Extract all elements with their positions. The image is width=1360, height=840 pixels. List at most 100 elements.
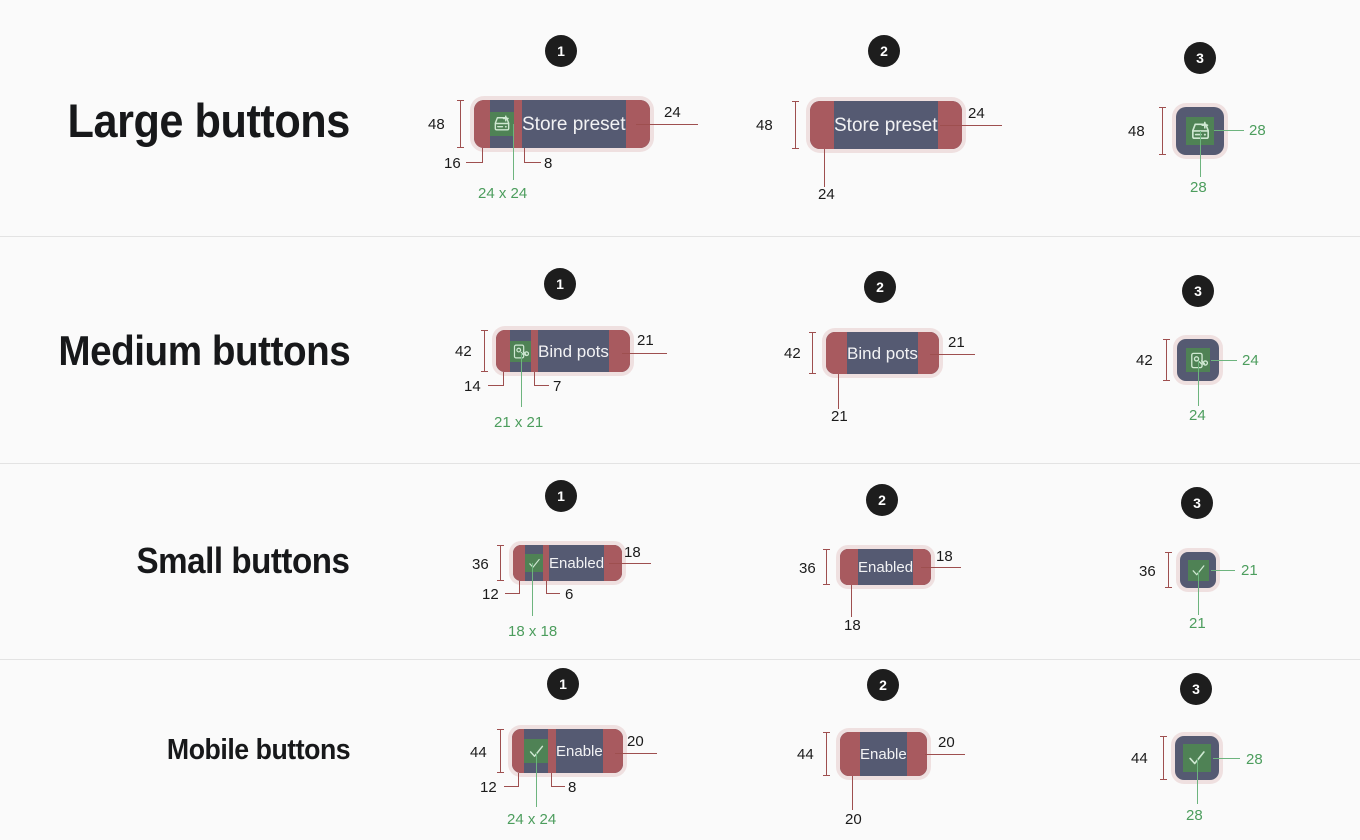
variant-badge-2: 2 (866, 484, 898, 516)
button-store-preset-icon-text[interactable]: Store preset (474, 100, 650, 148)
annotation-pad-left-14: 14 (464, 378, 481, 395)
padding-left (810, 101, 834, 149)
leader-pad-left-h (488, 385, 504, 386)
specimen-large-icon-text: Store preset (474, 100, 650, 148)
spec-row-mobile: Mobile buttons 1 Enable 44 12 8 20 24 x … (0, 660, 1360, 840)
padding-left (840, 732, 860, 776)
leader-pad-left-h (466, 162, 483, 163)
specimen-medium-icon-text: Bind pots (496, 330, 630, 372)
leader-pad-gap-h (534, 385, 549, 386)
specimen-medium-text: Bind pots (826, 332, 939, 374)
padding-left (496, 330, 510, 372)
annotation-pad-gap-6: 6 (565, 586, 574, 603)
leader-icon-height (1200, 131, 1201, 177)
annotation-icon-height-24: 24 (1189, 407, 1206, 424)
variant-badge-2: 2 (867, 669, 899, 701)
height-caliper (1163, 339, 1170, 381)
leader-pad-right (609, 563, 651, 564)
leader-pad-gap (546, 581, 547, 593)
button-enabled-icon-text[interactable]: Enabled (513, 545, 623, 581)
leader-icon-width (1213, 758, 1240, 759)
row-title-medium: Medium buttons (58, 327, 350, 374)
spec-row-large: Large buttons 1 Store preset 48 16 8 24 … (0, 0, 1360, 237)
save-plus-icon (490, 112, 514, 136)
height-caliper (457, 100, 464, 148)
annotation-icon-width-24: 24 (1242, 352, 1259, 369)
height-caliper (792, 101, 799, 149)
leader-icon-height (1198, 361, 1199, 406)
button-bind-pots-icon-text[interactable]: Bind pots (496, 330, 630, 372)
height-caliper (497, 729, 504, 773)
leader-icon-height (1198, 571, 1199, 615)
annotation-height-44: 44 (797, 746, 814, 763)
leader-pad-right (930, 354, 975, 355)
leader-pad-right (636, 124, 698, 125)
height-caliper (481, 330, 488, 372)
leader-pad-right (921, 567, 961, 568)
variant-badge-3: 3 (1182, 275, 1214, 307)
annotation-height-36: 36 (472, 556, 489, 573)
annotation-icon-height-28: 28 (1186, 807, 1203, 824)
annotation-pad-gap-8: 8 (544, 155, 553, 172)
leader-pad-gap (524, 148, 525, 162)
annotation-pad-left-16: 16 (444, 155, 461, 172)
padding-left (512, 729, 524, 773)
padding-left (513, 545, 525, 581)
leader-pad-left (851, 585, 852, 617)
height-caliper (1165, 552, 1172, 588)
padding-gap (514, 100, 522, 148)
leader-pad-gap-h (546, 593, 560, 594)
leader-pad-left (824, 149, 825, 187)
leader-pad-gap (551, 773, 552, 786)
button-enabled-text[interactable]: Enabled (840, 549, 932, 585)
annotation-pad-gap-7: 7 (553, 378, 562, 395)
button-enable-icon-text[interactable]: Enable (512, 729, 623, 773)
annotation-pad-left-12: 12 (482, 586, 499, 603)
leader-pad-gap-h (524, 162, 541, 163)
button-store-preset-text[interactable]: Store preset (810, 101, 962, 149)
leader-icon-size (521, 353, 522, 407)
leader-pad-left (503, 372, 504, 385)
row-title-large: Large buttons (67, 94, 351, 147)
specimen-small-icon-text: Enabled (513, 545, 623, 581)
row-title-small: Small buttons (137, 540, 350, 581)
variant-badge-3: 3 (1181, 487, 1213, 519)
annotation-icon-width-28: 28 (1249, 122, 1266, 139)
annotation-pad-right-18: 18 (936, 548, 953, 565)
annotation-pad-left-24: 24 (818, 186, 835, 203)
leader-icon-width (1211, 360, 1237, 361)
spec-row-medium: Medium buttons 1 Bind pots 42 14 7 21 21… (0, 237, 1360, 464)
spec-row-small: Small buttons 1 Enabled 36 12 6 18 18 x … (0, 464, 1360, 660)
annotation-icon-size-24x24: 24 x 24 (478, 185, 528, 202)
leader-pad-left-h (505, 593, 520, 594)
annotation-height-42: 42 (1136, 352, 1153, 369)
annotation-pad-left-21: 21 (831, 408, 848, 425)
button-enable-text[interactable]: Enable (840, 732, 927, 776)
annotation-height-48: 48 (428, 116, 445, 133)
padding-left (474, 100, 490, 148)
annotation-pad-left-12: 12 (480, 779, 497, 796)
leader-pad-left (482, 148, 483, 162)
annotation-icon-width-21: 21 (1241, 562, 1258, 579)
leader-icon-size (532, 563, 533, 616)
annotation-pad-right-21: 21 (637, 332, 654, 349)
variant-badge-1: 1 (545, 480, 577, 512)
leader-pad-gap (534, 372, 535, 385)
annotation-pad-right-21: 21 (948, 334, 965, 351)
annotation-icon-size-21x21: 21 x 21 (494, 414, 544, 431)
leader-pad-left (518, 773, 519, 786)
leader-pad-right (615, 753, 657, 754)
row-title-mobile: Mobile buttons (166, 734, 351, 766)
specimen-small-text: Enabled (840, 549, 932, 585)
variant-badge-1: 1 (545, 35, 577, 67)
annotation-height-42: 42 (455, 343, 472, 360)
annotation-icon-size-18x18: 18 x 18 (508, 623, 558, 640)
variant-badge-1: 1 (547, 668, 579, 700)
button-label: Enable (860, 745, 907, 763)
height-caliper (823, 732, 830, 776)
annotation-pad-left-20: 20 (845, 811, 862, 828)
specimen-large-text: Store preset (810, 101, 962, 149)
annotation-height-48: 48 (1128, 123, 1145, 140)
button-bind-pots-text[interactable]: Bind pots (826, 332, 939, 374)
leader-icon-height (1197, 759, 1198, 804)
